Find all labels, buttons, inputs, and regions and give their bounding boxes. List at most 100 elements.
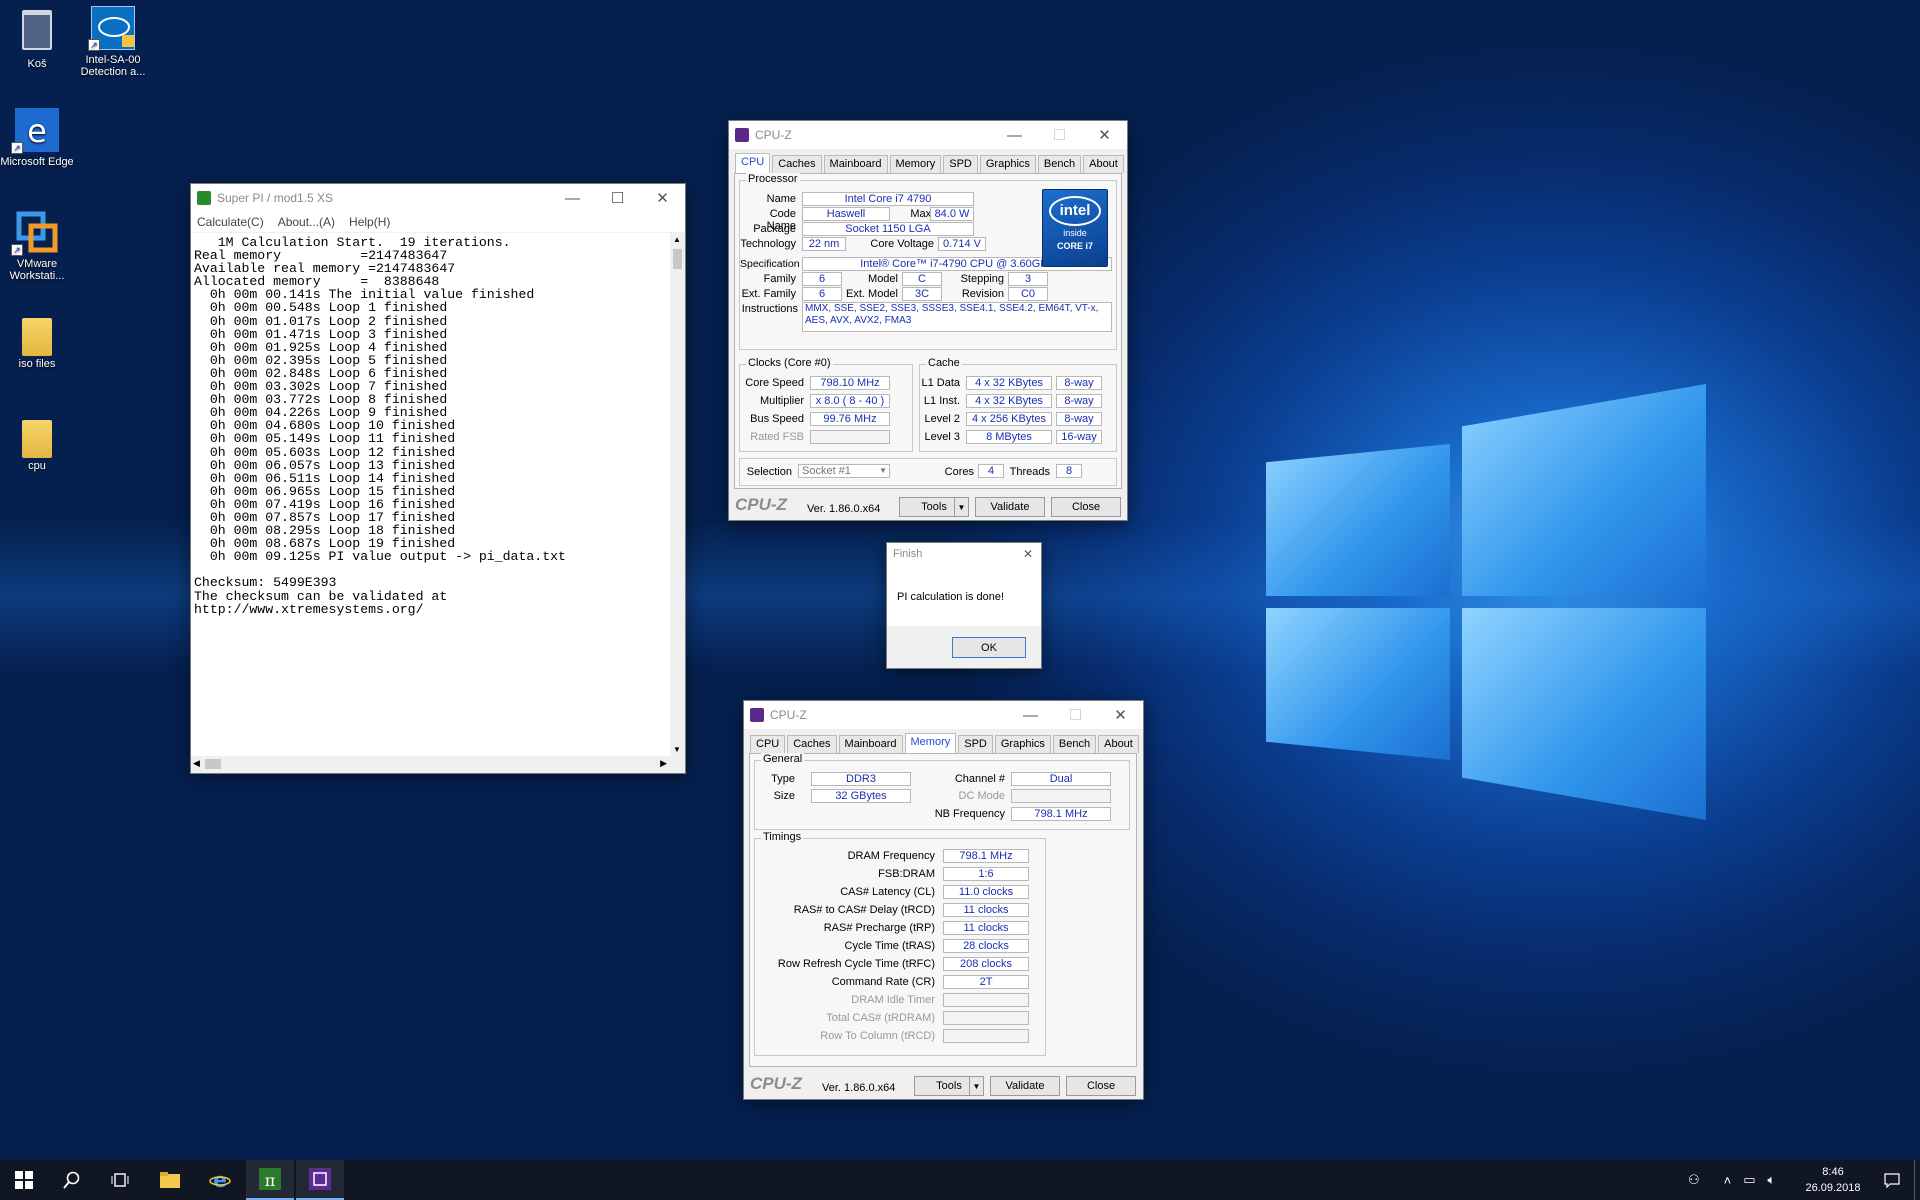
taskbar-cpuz[interactable] — [296, 1160, 344, 1200]
minimize-button[interactable]: — — [550, 184, 595, 212]
tools-button[interactable]: Tools ▼ — [899, 497, 969, 517]
output-text-area[interactable]: 1M Calculation Start. 19 iterations. Real… — [191, 233, 670, 756]
tab-caches[interactable]: Caches — [787, 735, 837, 753]
tab-bench[interactable]: Bench — [1037, 155, 1082, 173]
taskbar-superpi[interactable]: π — [246, 1160, 294, 1200]
scroll-thumb[interactable] — [205, 759, 221, 769]
output-line: The checksum can be validated at — [194, 588, 448, 604]
minimize-button[interactable]: — — [1008, 701, 1053, 729]
output-line: http://www.xtremesystems.org/ — [194, 601, 424, 617]
intel-brand-text: intel — [1049, 196, 1101, 226]
desktop-icon-vmware[interactable]: ↗ VMware Workstati... — [0, 210, 80, 282]
horizontal-scrollbar[interactable]: ◀ ▶ — [191, 756, 685, 773]
start-button[interactable] — [0, 1160, 48, 1200]
network-icon[interactable]: ▭ — [1743, 1172, 1755, 1188]
tab-memory[interactable]: Memory — [889, 155, 942, 173]
maximize-button[interactable]: ☐ — [595, 184, 640, 212]
scroll-right-icon[interactable]: ▶ — [660, 758, 667, 769]
channel: Dual — [1011, 772, 1111, 786]
label: Multiplier — [759, 395, 804, 407]
search-button[interactable] — [48, 1160, 96, 1200]
recycle-bin-icon — [22, 10, 52, 50]
output-line: 0h 00m 05.149s Loop 11 finished — [194, 431, 456, 447]
taskbar: e π ⚇ ˄ ▭ 🔈︎ 8:46 26.09.2018 — [0, 1160, 1920, 1200]
maximize-button: ☐ — [1068, 707, 1083, 724]
tab-about[interactable]: About — [1098, 735, 1139, 753]
l1-data: 4 x 32 KBytes — [966, 376, 1052, 390]
tab-strip: CPU Caches Mainboard Memory SPD Graphics… — [744, 729, 1143, 753]
family: 6 — [802, 272, 842, 286]
chevron-down-icon[interactable]: ▼ — [954, 498, 968, 516]
show-desktop-button[interactable] — [1914, 1160, 1920, 1200]
socket-select[interactable]: Socket #1 ▼ — [798, 464, 890, 478]
label: Revision — [961, 288, 1004, 300]
people-icon[interactable]: ⚇ — [1688, 1172, 1700, 1188]
group-label: Processor — [746, 173, 800, 185]
tools-button[interactable]: Tools ▼ — [914, 1076, 984, 1096]
minimize-button[interactable]: — — [992, 121, 1037, 149]
scroll-down-icon[interactable]: ▼ — [673, 745, 681, 754]
tab-memory[interactable]: Memory — [904, 733, 957, 753]
tab-spd[interactable]: SPD — [943, 155, 978, 173]
close-button[interactable]: ✕ — [1082, 121, 1127, 149]
version-text: Ver. 1.86.0.x64 — [822, 1082, 896, 1094]
tab-mainboard[interactable]: Mainboard — [823, 155, 888, 173]
finish-dialog: Finish ✕ PI calculation is done! OK — [886, 542, 1042, 669]
task-view-button[interactable] — [96, 1160, 144, 1200]
chevron-up-icon[interactable]: ˄ — [1724, 1173, 1732, 1188]
close-window-button[interactable]: Close — [1066, 1076, 1136, 1096]
chevron-down-icon[interactable]: ▼ — [969, 1077, 983, 1095]
close-button[interactable]: ✕ — [1015, 543, 1041, 565]
tab-about[interactable]: About — [1083, 155, 1124, 173]
scroll-left-icon[interactable]: ◀ — [193, 758, 200, 769]
clock-date: 26.09.2018 — [1805, 1182, 1861, 1194]
close-button[interactable]: ✕ — [640, 184, 685, 212]
timing-value: 798.1 MHz — [943, 849, 1029, 863]
multiplier: x 8.0 ( 8 - 40 ) — [810, 394, 890, 408]
tab-spd[interactable]: SPD — [958, 735, 993, 753]
menu-about[interactable]: About...(A) — [278, 215, 335, 229]
desktop-icon-cpu[interactable]: cpu — [0, 416, 80, 472]
package: Socket 1150 LGA — [802, 222, 974, 236]
cpuz-titlebar[interactable]: CPU-Z — ☐ ✕ — [744, 701, 1143, 729]
validate-button[interactable]: Validate — [990, 1076, 1060, 1096]
desktop-icon-edge[interactable]: e ↗ Microsoft Edge — [0, 108, 80, 168]
maximize-button: ☐ — [1052, 127, 1067, 144]
tab-graphics[interactable]: Graphics — [979, 155, 1036, 173]
cpuz-titlebar[interactable]: CPU-Z — ☐ ✕ — [729, 121, 1127, 149]
output-line: 0h 00m 07.419s Loop 16 finished — [194, 496, 456, 512]
clock[interactable]: 8:46 26.09.2018 — [1800, 1164, 1866, 1196]
tab-caches[interactable]: Caches — [772, 155, 822, 173]
tab-cpu[interactable]: CPU — [735, 153, 771, 173]
close-window-button[interactable]: Close — [1051, 497, 1121, 517]
label: Channel # — [954, 773, 1005, 785]
scroll-up-icon[interactable]: ▲ — [673, 235, 681, 244]
superpi-titlebar[interactable]: Super PI / mod1.5 XS — ☐ ✕ — [191, 184, 685, 212]
volume-icon[interactable]: 🔈︎ — [1768, 1172, 1776, 1188]
close-button[interactable]: ✕ — [1098, 701, 1143, 729]
dc-mode — [1011, 789, 1111, 803]
menu-help[interactable]: Help(H) — [349, 215, 390, 229]
taskbar-file-explorer[interactable] — [146, 1160, 194, 1200]
desktop-icon-intel-sa[interactable]: ↗ Intel-SA-00 Detection a... — [70, 6, 156, 78]
action-center-button[interactable] — [1872, 1160, 1912, 1200]
nb-frequency: 798.1 MHz — [1011, 807, 1111, 821]
desktop-icon-iso-files[interactable]: iso files — [0, 314, 80, 370]
scroll-thumb[interactable] — [673, 249, 682, 269]
tab-graphics[interactable]: Graphics — [994, 735, 1051, 753]
desktop-icon-recycle-bin[interactable]: Koš — [0, 8, 80, 70]
tab-mainboard[interactable]: Mainboard — [838, 735, 903, 753]
label: Technology — [740, 238, 796, 250]
tab-bench[interactable]: Bench — [1052, 735, 1097, 753]
vertical-scrollbar[interactable]: ▲ ▼ — [670, 233, 685, 756]
taskbar-ie[interactable]: e — [196, 1160, 244, 1200]
timing-value: 2T — [943, 975, 1029, 989]
chevron-down-icon: ▼ — [879, 466, 887, 475]
menu-calculate[interactable]: Calculate(C) — [197, 215, 264, 229]
folder-icon — [160, 1172, 180, 1188]
dialog-titlebar[interactable]: Finish ✕ — [887, 543, 1041, 565]
l1-data-way: 8-way — [1056, 376, 1102, 390]
ok-button[interactable]: OK — [952, 637, 1026, 658]
validate-button[interactable]: Validate — [975, 497, 1045, 517]
tab-cpu[interactable]: CPU — [750, 735, 786, 753]
